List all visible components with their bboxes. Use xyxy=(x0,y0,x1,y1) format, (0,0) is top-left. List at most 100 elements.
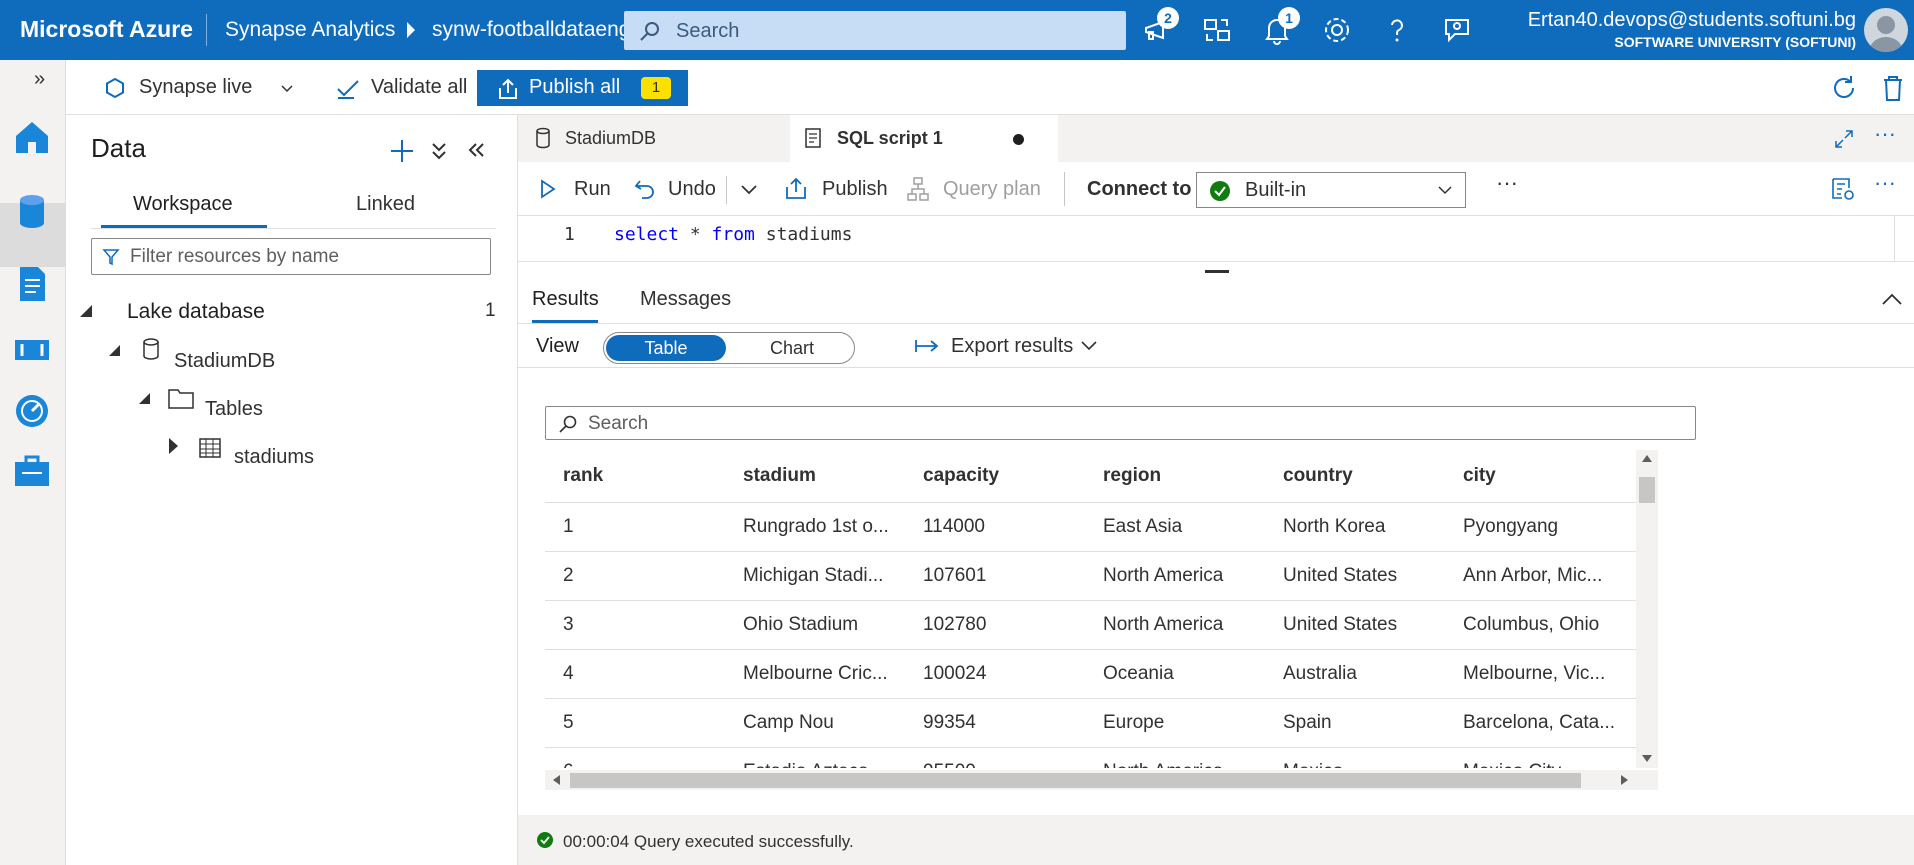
tab-workspace[interactable]: Workspace xyxy=(133,193,233,216)
scroll-left-icon[interactable] xyxy=(553,775,560,785)
table-cell[interactable]: 99354 xyxy=(905,698,1085,748)
table-cell[interactable]: North America xyxy=(1085,747,1265,768)
more-options-icon[interactable]: ··· xyxy=(1874,170,1896,196)
table-cell[interactable]: 107601 xyxy=(905,551,1085,601)
scroll-thumb[interactable] xyxy=(570,773,1581,788)
validate-all-button[interactable]: Validate all xyxy=(371,76,467,99)
refresh-icon[interactable] xyxy=(1830,74,1858,102)
column-header[interactable]: rank xyxy=(545,450,725,503)
column-header[interactable]: capacity xyxy=(905,450,1085,503)
data-hub-icon[interactable] xyxy=(12,191,52,231)
table-cell[interactable]: Columbus, Ohio xyxy=(1445,600,1625,650)
unsaved-dot-icon[interactable] xyxy=(1013,134,1024,145)
chevron-down-icon[interactable] xyxy=(280,82,294,96)
chevron-down-icon[interactable] xyxy=(740,183,758,197)
table-cell[interactable]: Ann Arbor, Mic... xyxy=(1445,551,1625,601)
editor-scrollbar[interactable] xyxy=(1894,216,1914,262)
table-cell[interactable]: Australia xyxy=(1265,649,1445,699)
table-cell[interactable]: Michigan Stadi... xyxy=(725,551,905,601)
integrate-hub-icon[interactable] xyxy=(12,330,52,370)
expand-rail-icon[interactable]: » xyxy=(34,68,45,91)
export-results-button[interactable]: Export results xyxy=(951,335,1073,358)
chevron-down-icon[interactable] xyxy=(1080,340,1098,352)
sql-code-editor[interactable]: 1 select * from stadiums xyxy=(518,216,1914,262)
settings-gear-icon[interactable] xyxy=(1321,14,1353,46)
table-row[interactable]: 3 Ohio Stadium 102780 North America United S… xyxy=(545,600,1637,650)
table-cell[interactable]: 6 xyxy=(545,747,725,768)
collapse-results-icon[interactable] xyxy=(1881,292,1903,306)
table-row[interactable]: 6Estadio Azteca95500North AmericaMexicoM… xyxy=(545,747,1637,768)
table-cell[interactable]: 95500 xyxy=(905,747,1085,768)
table-cell[interactable]: North Korea xyxy=(1265,502,1445,552)
table-cell[interactable]: Mexico xyxy=(1265,747,1445,768)
monitor-hub-icon[interactable] xyxy=(12,391,52,431)
tree-section-lake-database[interactable]: Lake database xyxy=(127,300,265,324)
workspace-name[interactable]: synw-footballdataeng xyxy=(432,18,627,42)
table-cell[interactable]: Rungrado 1st o... xyxy=(725,502,905,552)
code-line[interactable]: select * from stadiums xyxy=(614,224,852,245)
table-cell[interactable]: Estadio Azteca xyxy=(725,747,905,768)
vertical-scrollbar[interactable] xyxy=(1636,450,1658,768)
collapse-triangle-icon[interactable] xyxy=(139,393,150,404)
tab-stadiumdb[interactable]: StadiumDB xyxy=(518,115,790,162)
table-cell[interactable]: 100024 xyxy=(905,649,1085,699)
table-row[interactable]: 4 Melbourne Cric... 100024 Oceania Australia… xyxy=(545,649,1637,699)
more-options-icon[interactable]: ··· xyxy=(1874,121,1896,147)
add-resource-icon[interactable] xyxy=(389,138,415,164)
table-cell[interactable]: Oceania xyxy=(1085,649,1265,699)
user-account[interactable]: Ertan40.devops@students.softuni.bg SOFTW… xyxy=(1528,9,1856,50)
help-icon[interactable] xyxy=(1381,14,1413,46)
table-cell[interactable]: Melbourne Cric... xyxy=(725,649,905,699)
tree-item-stadiumdb[interactable]: StadiumDB xyxy=(174,350,275,373)
undo-button[interactable]: Undo xyxy=(668,178,716,201)
collapse-triangle-icon[interactable] xyxy=(80,305,92,317)
tab-sql-script-1[interactable]: SQL script 1 xyxy=(790,115,1058,162)
column-header[interactable]: country xyxy=(1265,450,1445,503)
table-cell[interactable]: Melbourne, Vic... xyxy=(1445,649,1625,699)
directory-switch-icon[interactable] xyxy=(1201,14,1233,46)
table-row[interactable]: 2 Michigan Stadi... 107601 North America Uni… xyxy=(545,551,1637,601)
filter-resources-input[interactable]: Filter resources by name xyxy=(91,238,491,275)
collapse-all-icon[interactable] xyxy=(430,141,448,161)
table-cell[interactable]: Pyongyang xyxy=(1445,502,1625,552)
publish-all-button[interactable]: Publish all 1 xyxy=(477,70,688,106)
tab-messages[interactable]: Messages xyxy=(640,288,731,311)
table-cell[interactable]: North America xyxy=(1085,551,1265,601)
table-cell[interactable]: 5 xyxy=(545,698,725,748)
scroll-down-icon[interactable] xyxy=(1642,755,1652,762)
scroll-up-icon[interactable] xyxy=(1642,455,1652,462)
tab-linked[interactable]: Linked xyxy=(356,193,415,216)
expand-triangle-icon[interactable] xyxy=(169,438,178,454)
view-toggle[interactable]: Table Chart xyxy=(603,332,855,364)
service-title[interactable]: Synapse Analytics xyxy=(225,18,395,42)
tab-results[interactable]: Results xyxy=(532,288,599,311)
query-plan-button[interactable]: Query plan xyxy=(943,178,1041,201)
column-header[interactable]: stadium xyxy=(725,450,905,503)
horizontal-scrollbar[interactable] xyxy=(545,770,1658,790)
table-cell[interactable]: Ohio Stadium xyxy=(725,600,905,650)
avatar[interactable] xyxy=(1864,8,1908,52)
table-cell[interactable]: 3 xyxy=(545,600,725,650)
more-options-icon[interactable]: ··· xyxy=(1496,170,1518,196)
table-cell[interactable]: 1 xyxy=(545,502,725,552)
collapse-panel-icon[interactable] xyxy=(466,141,486,159)
table-cell[interactable]: 114000 xyxy=(905,502,1085,552)
connection-select[interactable]: Built-in xyxy=(1196,172,1466,208)
properties-icon[interactable] xyxy=(1830,176,1856,202)
maximize-icon[interactable] xyxy=(1834,129,1854,149)
table-cell[interactable]: 102780 xyxy=(905,600,1085,650)
table-cell[interactable]: North America xyxy=(1085,600,1265,650)
table-cell[interactable]: 2 xyxy=(545,551,725,601)
scroll-thumb[interactable] xyxy=(1639,477,1655,503)
brand-title[interactable]: Microsoft Azure xyxy=(20,16,193,43)
table-cell[interactable]: Europe xyxy=(1085,698,1265,748)
table-cell[interactable]: 4 xyxy=(545,649,725,699)
develop-hub-icon[interactable] xyxy=(12,264,52,304)
table-cell[interactable]: Barcelona, Cata... xyxy=(1445,698,1625,748)
home-icon[interactable] xyxy=(12,117,52,157)
view-table-option[interactable]: Table xyxy=(606,335,726,361)
table-cell[interactable]: Spain xyxy=(1265,698,1445,748)
discard-all-icon[interactable] xyxy=(1880,74,1906,102)
table-row[interactable]: 5 Camp Nou 99354 Europe Spain Barcelona, Cata… xyxy=(545,698,1637,748)
column-header[interactable]: city xyxy=(1445,450,1625,503)
